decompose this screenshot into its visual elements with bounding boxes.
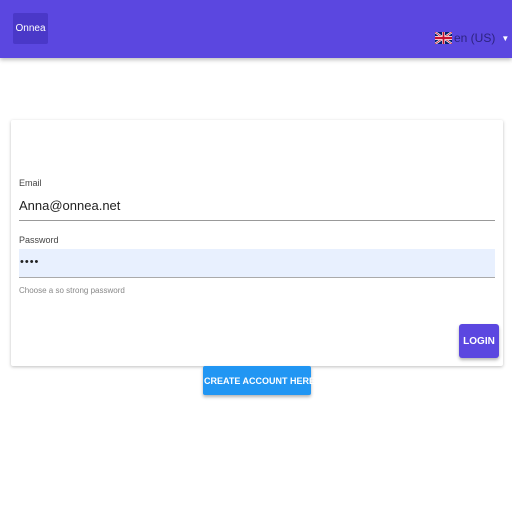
language-selector[interactable]: en (US) ▼	[435, 29, 509, 47]
password-label: Password	[19, 235, 59, 245]
uk-flag-icon	[435, 32, 452, 44]
password-hint: Choose a so strong password	[19, 286, 125, 295]
email-label: Email	[19, 178, 42, 188]
login-card: Email Anna@onnea.net Password •••• Choos…	[11, 120, 503, 366]
app-bar: Onnea en (US) ▼	[0, 0, 512, 58]
email-field-underline	[19, 220, 495, 221]
caret-down-icon: ▼	[501, 33, 510, 43]
create-account-button[interactable]: CREATE ACCOUNT HERE	[203, 366, 315, 395]
create-account-label: CREATE ACCOUNT HERE	[204, 375, 316, 386]
email-field[interactable]: Anna@onnea.net	[19, 198, 120, 213]
password-field[interactable]: ••••	[19, 249, 495, 278]
login-button[interactable]: LOGIN	[459, 324, 499, 358]
brand-logo[interactable]: Onnea	[13, 13, 48, 44]
language-label: en (US)	[454, 31, 496, 45]
